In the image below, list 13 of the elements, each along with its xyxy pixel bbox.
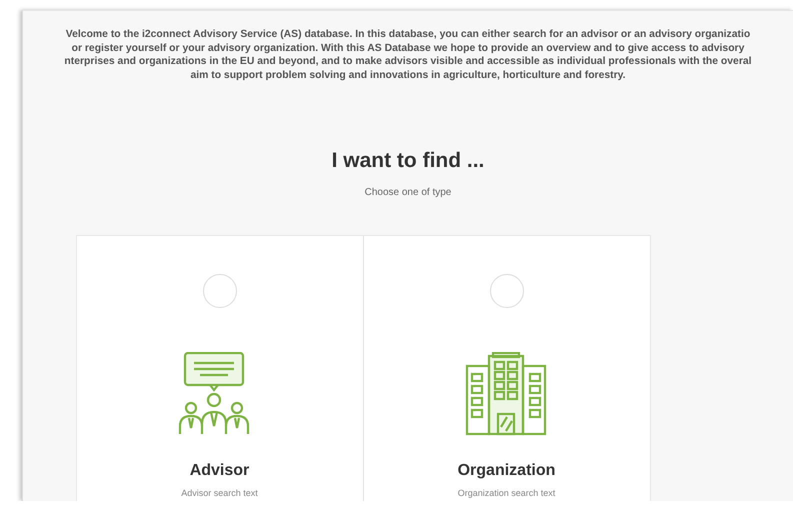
- option-description: Organization search text: [458, 488, 556, 498]
- radio-button[interactable]: [490, 274, 524, 308]
- intro-text-line: aim to support problem solving and innovations in agriculture, horticulture and forestry.: [190, 68, 626, 82]
- option-title: Organization: [458, 462, 556, 480]
- page-subheading: Choose one of type: [364, 187, 452, 198]
- building-icon: [464, 352, 548, 436]
- option-title: Advisor: [190, 462, 250, 480]
- intro-text-line: or register yourself or your advisory organization. With this AS Database we hope to provide an overview and to give access to advisory: [72, 42, 744, 55]
- intro-text-line: nterprises and organizations in the EU and beyond, and to make advisors visible and accessible as individual professionals with the overal: [64, 55, 752, 68]
- radio-button[interactable]: [202, 274, 236, 308]
- intro-text-line: Velcome to the i2connect Advisory Service (AS) database. In this database, you can either search for an advisor or an advisory organizatio: [66, 28, 750, 42]
- page-heading: I want to find ...: [332, 149, 484, 173]
- option-description: Advisor search text: [181, 488, 258, 498]
